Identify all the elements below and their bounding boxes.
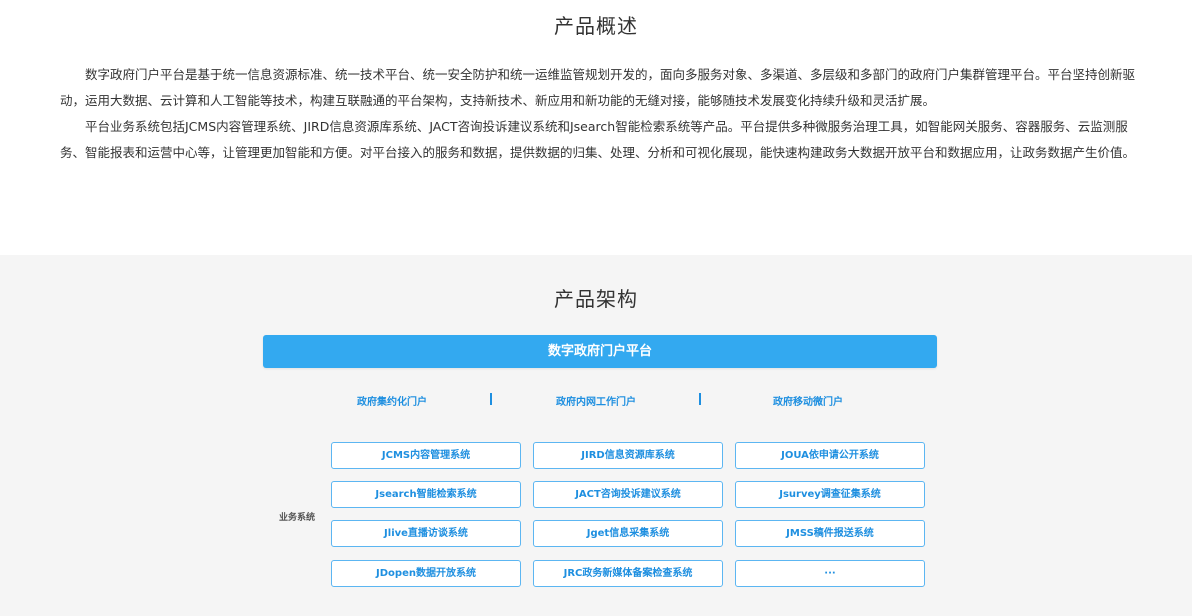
overview-description: 数字政府门户平台是基于统一信息资源标准、统一技术平台、统一安全防护和统一运维监管… (60, 62, 1140, 166)
architecture-section: 产品架构 数字政府门户平台 政府集约化门户 政府内网工作门户 政府移动微门户 业… (0, 255, 1192, 616)
business-systems-label: 业务系统 (279, 513, 316, 523)
system-box-jlive[interactable]: Jlive直播访谈系统 (331, 520, 521, 547)
system-box-jsearch[interactable]: Jsearch智能检索系统 (331, 481, 521, 508)
overview-paragraph-2: 平台业务系统包括JCMS内容管理系统、JIRD信息资源库系统、JACT咨询投诉建… (60, 119, 1136, 160)
system-box-jmss[interactable]: JMSS稿件报送系统 (735, 520, 925, 547)
system-box-jcms[interactable]: JCMS内容管理系统 (331, 442, 521, 469)
system-box-jsurvey[interactable]: Jsurvey调查征集系统 (735, 481, 925, 508)
system-box-more[interactable]: ··· (735, 560, 925, 587)
portal-divider (490, 393, 492, 405)
architecture-title: 产品架构 (554, 287, 638, 311)
system-box-joua[interactable]: JOUA依申请公开系统 (735, 442, 925, 469)
overview-title: 产品概述 (554, 14, 638, 38)
system-box-jact[interactable]: JACT咨询投诉建议系统 (533, 481, 723, 508)
system-box-jird[interactable]: JIRD信息资源库系统 (533, 442, 723, 469)
portal-intensive: 政府集约化门户 (357, 397, 427, 408)
system-box-jrc[interactable]: JRC政务新媒体备案检查系统 (533, 560, 723, 587)
portal-mobile: 政府移动微门户 (773, 397, 843, 408)
overview-section: 产品概述 数字政府门户平台是基于统一信息资源标准、统一技术平台、统一安全防护和统… (0, 0, 1192, 255)
portal-divider (699, 393, 701, 405)
portal-intranet: 政府内网工作门户 (556, 397, 636, 408)
system-box-jget[interactable]: Jget信息采集系统 (533, 520, 723, 547)
system-box-jdopen[interactable]: JDopen数据开放系统 (331, 560, 521, 587)
platform-bar: 数字政府门户平台 (263, 335, 937, 368)
overview-paragraph-1: 数字政府门户平台是基于统一信息资源标准、统一技术平台、统一安全防护和统一运维监管… (60, 67, 1136, 108)
